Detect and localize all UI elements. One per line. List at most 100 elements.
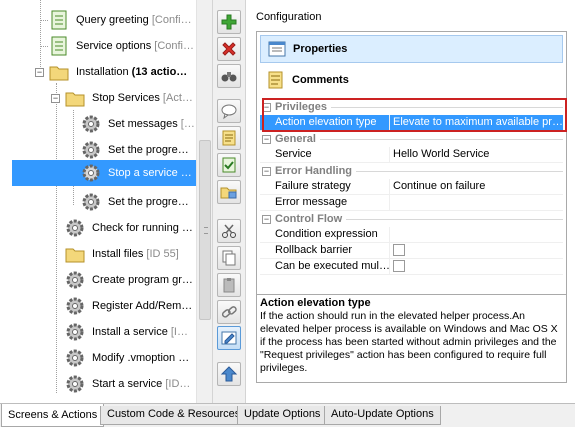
cut-button[interactable] (217, 219, 241, 243)
gear-icon (66, 349, 84, 367)
collapse-icon[interactable]: − (262, 134, 271, 144)
collapse-installation-toggle[interactable]: − (35, 68, 44, 77)
gear-icon (82, 164, 100, 182)
collapse-stop-services-toggle[interactable]: − (51, 94, 60, 103)
tab-comments[interactable]: Comments (260, 66, 563, 94)
category-general[interactable]: − General (260, 131, 563, 147)
property-row-service[interactable]: Service Hello World Service (260, 147, 563, 163)
tree-item-label: Stop a service … (108, 167, 192, 179)
property-row-condition-expression[interactable]: Condition expression (260, 227, 563, 243)
tree-item[interactable]: Register Add/Rem… (64, 293, 192, 319)
tree-item[interactable]: Check for running … (64, 215, 193, 241)
paste-button[interactable] (217, 273, 241, 297)
property-grid: − Privileges Action elevation type Eleva… (260, 99, 563, 275)
open-folder-button[interactable] (217, 180, 241, 204)
folder-icon (65, 92, 85, 107)
category-error-handling[interactable]: − Error Handling (260, 163, 563, 179)
tab-auto-update-options[interactable]: Auto-Update Options (324, 406, 441, 425)
tree-item[interactable]: Install a service [I… (64, 319, 188, 345)
delete-button[interactable] (217, 37, 241, 61)
delete-icon (222, 42, 236, 56)
property-row-can-be-executed-multiple[interactable]: Can be executed mul… (260, 259, 563, 275)
tree-connector (40, 46, 48, 47)
property-row-failure-strategy[interactable]: Failure strategy Continue on failure (260, 179, 563, 195)
property-row-error-message[interactable]: Error message (260, 195, 563, 211)
add-button[interactable] (217, 10, 241, 34)
action-toolbar (213, 0, 246, 403)
link-button[interactable] (217, 300, 241, 324)
category-control-flow[interactable]: − Control Flow (260, 211, 563, 227)
copy-button[interactable] (217, 246, 241, 270)
tree-item-selected[interactable]: Stop a service … (12, 160, 196, 186)
tree-item-label: Modify .vmoption … (92, 352, 190, 364)
can-be-executed-multiple-checkbox[interactable] (393, 260, 405, 272)
document-icon (51, 36, 67, 56)
tree-item-label: Start a service [ID… (92, 378, 191, 390)
tree-item-label: Set the progre… (108, 144, 189, 156)
tree-item[interactable]: Install files [ID 55] (64, 241, 179, 267)
edit-button[interactable] (217, 326, 241, 350)
tree-item[interactable]: Create program gr… (64, 267, 193, 293)
tree-item-label: Service options [Confi… (76, 40, 195, 52)
arrow-up-icon (220, 366, 238, 382)
tab-custom-code-resources[interactable]: Custom Code & Resources (100, 406, 248, 425)
add-icon (221, 14, 237, 30)
binoculars-icon (221, 72, 237, 82)
folder-icon (65, 248, 85, 263)
tree-item-label: Create program gr… (92, 274, 193, 286)
copy-icon (222, 250, 236, 266)
gear-icon (82, 141, 100, 159)
scrollbar-thumb[interactable] (199, 140, 211, 320)
property-description: Action elevation type If the action shou… (257, 294, 566, 382)
property-row-action-elevation-type[interactable]: Action elevation type Elevate to maximum… (260, 115, 563, 131)
tree-item[interactable]: Set the progre… (80, 189, 189, 215)
folder-icon (49, 66, 69, 81)
link-icon (221, 306, 237, 318)
tree-item-label: Check for running … (92, 222, 193, 234)
gear-icon (66, 375, 84, 393)
tree-item[interactable]: Start a service [ID… (64, 371, 190, 397)
description-text: If the action should run in the elevated… (260, 310, 558, 374)
tree-scrollbar[interactable] (196, 0, 212, 403)
tree-item-label: Set messages [… (108, 118, 195, 130)
configuration-heading: Configuration (256, 11, 322, 23)
tree-item[interactable]: Stop Services [Act… (64, 85, 193, 111)
checklist-icon (222, 157, 236, 173)
gear-icon (66, 219, 84, 237)
tab-properties[interactable]: Properties (260, 35, 563, 63)
comment-button[interactable] (217, 99, 241, 123)
tree-item[interactable]: Query greeting [Confi… (48, 7, 192, 33)
tree-item[interactable]: Service options [Confi… (48, 33, 194, 59)
check-button[interactable] (217, 153, 241, 177)
note-button[interactable] (217, 126, 241, 150)
gear-icon (66, 271, 84, 289)
move-up-button[interactable] (217, 362, 241, 386)
tree-connector (40, 20, 48, 21)
edit-icon (221, 331, 237, 345)
comments-icon (268, 71, 283, 89)
gear-icon (66, 323, 84, 341)
tab-screens-actions[interactable]: Screens & Actions (1, 404, 105, 427)
rollback-barrier-checkbox[interactable] (393, 244, 405, 256)
bottom-tab-bar: Screens & Actions Custom Code & Resource… (0, 403, 575, 427)
action-tree[interactable]: − − Query greeting [Confi… Service optio… (0, 0, 213, 403)
tree-connector (56, 83, 57, 393)
tree-connector (73, 110, 74, 205)
tree-item[interactable]: Set messages [… (80, 111, 195, 137)
tree-item[interactable]: Installation (13 actio… (48, 59, 187, 85)
tab-update-options[interactable]: Update Options (237, 406, 328, 425)
paste-icon (223, 278, 235, 293)
tree-item[interactable]: Modify .vmoption … (64, 345, 189, 371)
speech-bubble-icon (221, 104, 237, 120)
tree-connector (40, 0, 41, 75)
collapse-icon[interactable]: − (262, 102, 271, 112)
document-icon (51, 10, 67, 30)
cut-icon (222, 224, 236, 238)
collapse-icon[interactable]: − (262, 214, 271, 224)
tree-item-label: Query greeting [Confi… (76, 14, 192, 26)
collapse-icon[interactable]: − (262, 166, 271, 176)
search-button[interactable] (217, 64, 241, 88)
property-row-rollback-barrier[interactable]: Rollback barrier (260, 243, 563, 259)
tree-item-label: Set the progre… (108, 196, 189, 208)
category-privileges[interactable]: − Privileges (260, 99, 563, 115)
